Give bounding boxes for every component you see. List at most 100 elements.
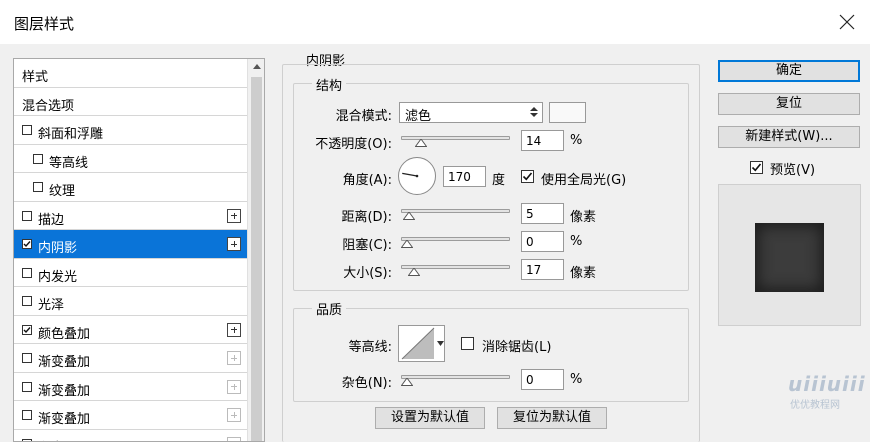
check-icon	[23, 326, 31, 333]
add-style-icon	[227, 351, 241, 365]
blend-mode-value: 滤色	[405, 109, 432, 124]
style-checkbox[interactable]	[22, 353, 32, 363]
style-item-label: 内阴影	[38, 241, 78, 256]
style-item-label: 渐变叠加	[38, 412, 91, 427]
close-button[interactable]	[824, 0, 870, 44]
opacity-slider[interactable]	[401, 132, 510, 148]
window-title: 图层样式	[14, 15, 75, 33]
style-checkbox[interactable]	[22, 267, 32, 278]
style-checkbox[interactable]	[22, 381, 32, 392]
use-global-light-checkbox[interactable]	[521, 170, 534, 183]
style-item-label: 光泽	[38, 298, 65, 313]
style-list-item[interactable]: 渐变叠加	[14, 344, 247, 373]
add-style-icon[interactable]	[227, 237, 241, 251]
choke-input[interactable]: 0	[521, 231, 564, 252]
styles-header-label: 样式	[22, 70, 49, 85]
anti-aliased-label[interactable]: 消除锯齿(L)	[482, 336, 551, 355]
blend-options-label: 混合选项	[22, 98, 75, 114]
style-item-label: 斜面和浮雕	[38, 127, 104, 142]
watermark-logo: uiiiuiii	[788, 372, 866, 396]
watermark-text: 优优教程网	[790, 400, 840, 411]
add-style-icon	[227, 379, 241, 394]
noise-unit: %	[570, 372, 583, 387]
noise-input[interactable]: 0	[521, 369, 564, 390]
style-checkbox[interactable]	[22, 410, 32, 420]
new-style-button[interactable]: 新建样式(W)...	[718, 126, 860, 148]
styles-list: 样式 混合选项 斜面和浮雕 等高线 纹理 描边 内阴影 内发光 光泽 颜色叠加 渐变叠加 渐变叠加…	[13, 58, 265, 442]
close-icon	[839, 14, 855, 30]
blend-mode-select[interactable]: 滤色	[399, 102, 543, 124]
style-list-item[interactable]: 内发光	[14, 259, 247, 287]
add-style-icon[interactable]	[227, 208, 241, 223]
style-checkbox[interactable]	[22, 296, 32, 306]
style-item-label: 纹理	[49, 184, 76, 199]
opacity-label: 不透明度(O):	[315, 137, 392, 152]
angle-unit: 度	[492, 173, 506, 188]
distance-slider[interactable]	[401, 205, 510, 221]
style-checkbox[interactable]	[33, 153, 43, 164]
blend-mode-label: 混合模式:	[335, 109, 392, 124]
shadow-color-swatch[interactable]	[549, 102, 586, 123]
style-checkbox[interactable]	[22, 210, 32, 221]
preview-label[interactable]: 预览(V)	[770, 159, 815, 178]
choke-slider[interactable]	[401, 233, 510, 249]
style-checkbox[interactable]	[22, 438, 32, 441]
blend-options-item[interactable]: 混合选项	[14, 88, 247, 116]
style-list-item[interactable]: 渐变叠加	[14, 373, 247, 401]
style-item-label: 渐变叠加	[38, 355, 91, 370]
preview-checkbox[interactable]	[750, 161, 763, 174]
style-checkbox[interactable]	[22, 324, 32, 335]
style-checkbox[interactable]	[22, 239, 32, 249]
styles-header[interactable]: 样式	[14, 59, 247, 88]
angle-input[interactable]: 170	[443, 166, 486, 187]
preview-thumbnail	[718, 184, 861, 326]
structure-title: 结构	[312, 75, 347, 94]
list-scrollbar[interactable]	[247, 59, 264, 441]
angle-label: 角度(A):	[342, 173, 392, 188]
distance-input[interactable]: 5	[521, 203, 564, 224]
opacity-unit: %	[570, 133, 583, 148]
ok-button[interactable]: 确定	[718, 60, 860, 82]
reset-button[interactable]: 复位	[718, 93, 860, 115]
contour-icon	[401, 327, 435, 360]
style-item-label: 描边	[38, 212, 65, 228]
style-list-item[interactable]: 颜色叠加	[14, 316, 247, 344]
size-slider[interactable]	[401, 261, 510, 277]
style-list-item[interactable]: 纹理	[14, 173, 247, 202]
watermark: uiiiuiii 优优教程网	[788, 372, 866, 411]
scroll-thumb[interactable]	[251, 77, 262, 441]
style-list-item[interactable]: 斜面和浮雕	[14, 116, 247, 145]
quality-title: 品质	[312, 299, 347, 318]
check-icon	[23, 241, 31, 248]
size-unit: 像素	[570, 266, 597, 281]
style-list-item[interactable]: 光泽	[14, 287, 247, 316]
style-item-label: 渐变叠加	[38, 437, 90, 442]
chevron-down-icon[interactable]	[437, 341, 444, 346]
noise-label: 杂色(N):	[341, 376, 392, 391]
slider-track	[401, 209, 510, 213]
noise-slider[interactable]	[401, 371, 510, 387]
add-style-icon	[227, 436, 241, 441]
check-icon	[522, 172, 533, 181]
scroll-up-icon[interactable]	[253, 64, 261, 69]
add-style-icon[interactable]	[227, 322, 241, 337]
contour-picker[interactable]	[398, 325, 445, 362]
slider-track	[401, 375, 510, 379]
use-global-light-label[interactable]: 使用全局光(G)	[541, 169, 626, 188]
opacity-input[interactable]: 14	[521, 130, 564, 151]
anti-aliased-checkbox[interactable]	[461, 337, 474, 350]
title-bar: 图层样式	[0, 0, 870, 44]
style-item-label: 等高线	[49, 155, 89, 171]
style-checkbox[interactable]	[33, 182, 43, 192]
angle-dial[interactable]	[397, 156, 437, 196]
style-list-item[interactable]: 渐变叠加	[14, 401, 247, 430]
size-input[interactable]: 17	[521, 259, 564, 280]
add-style-icon	[227, 408, 241, 422]
style-list-item[interactable]: 渐变叠加	[14, 430, 247, 442]
style-checkbox[interactable]	[22, 125, 32, 135]
style-list-item[interactable]: 描边	[14, 202, 247, 230]
style-list-item[interactable]: 内阴影	[14, 230, 247, 259]
make-default-button[interactable]: 设置为默认值	[375, 407, 485, 429]
style-list-item[interactable]: 等高线	[14, 145, 247, 173]
reset-to-default-button[interactable]: 复位为默认值	[497, 407, 607, 429]
